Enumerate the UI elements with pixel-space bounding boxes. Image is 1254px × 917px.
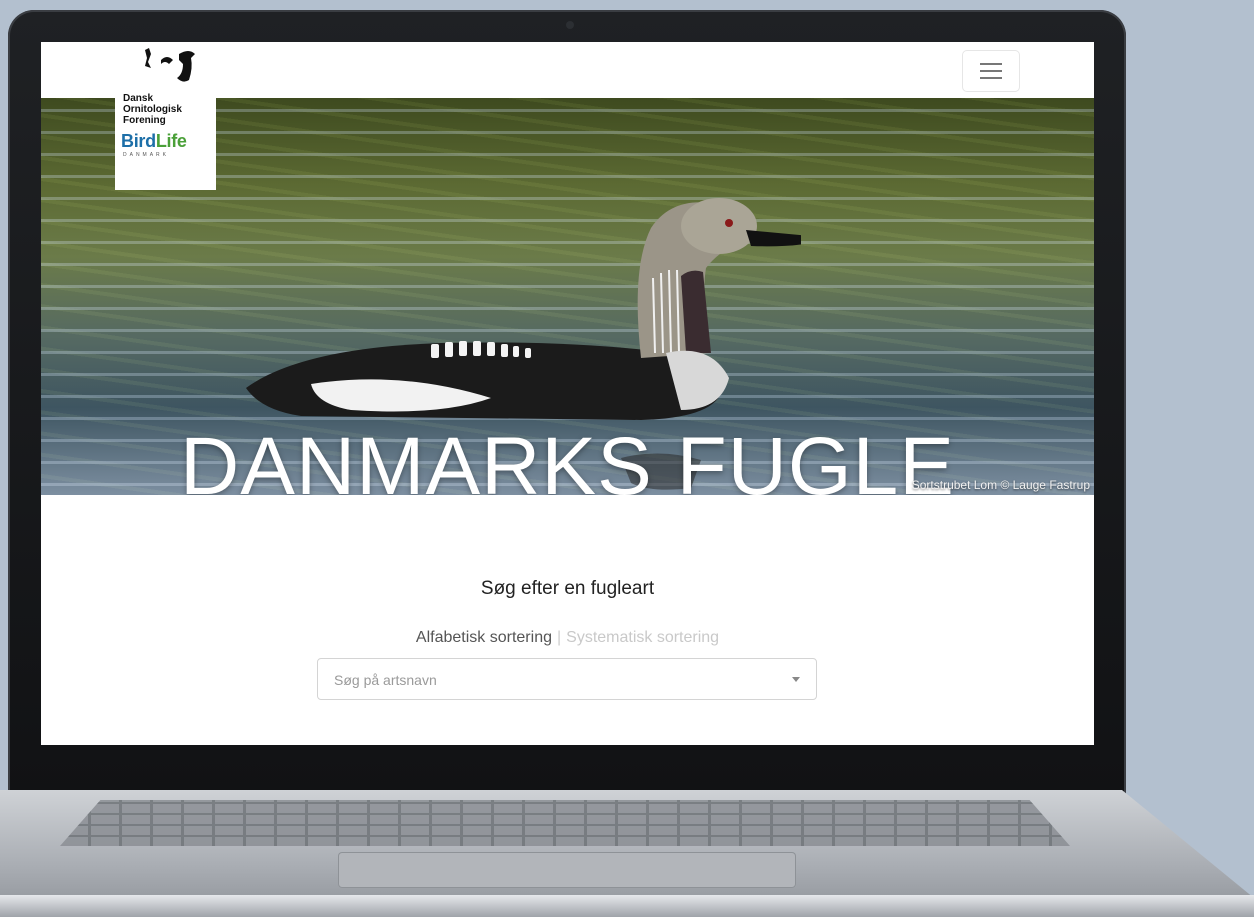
laptop-base-edge <box>0 895 1254 917</box>
search-heading: Søg efter en fugleart <box>480 578 655 599</box>
chevron-down-icon[interactable] <box>792 677 800 682</box>
logo-text-line: Forening <box>123 115 166 126</box>
laptop-screen: Dansk Ornitologisk Forening BirdLife DAN… <box>41 42 1094 745</box>
hamburger-icon-bar <box>980 70 1002 72</box>
birds-logo-icon <box>145 48 195 82</box>
sort-alphabetical-link[interactable]: Alfabetisk sortering <box>416 629 552 646</box>
birdlife-wordmark: BirdLife <box>121 131 210 152</box>
species-search-select[interactable] <box>317 658 817 701</box>
sort-toggle: Alfabetisk sortering | Systematisk sorteri… <box>41 629 1094 647</box>
sort-separator: | <box>556 629 562 646</box>
menu-toggle-button[interactable] <box>962 50 1020 92</box>
webcam <box>566 21 574 29</box>
sort-systematic-link[interactable]: Systematisk sortering <box>566 629 719 646</box>
birdlife-bird-text: Bird <box>121 131 156 151</box>
laptop-keyboard <box>60 800 1070 846</box>
photo-credit: Sortstrubet Lom © Lauge Fastrup <box>911 478 1090 492</box>
species-search-input[interactable] <box>332 659 776 701</box>
birdlife-life-text: Life <box>155 131 187 151</box>
hamburger-icon-bar <box>980 77 1002 79</box>
logo-text-line: Ornitologisk <box>123 104 182 115</box>
hamburger-icon-bar <box>980 63 1002 65</box>
birdlife-country-text: DANMARK <box>123 152 170 158</box>
logo-text-line: Dansk <box>123 93 154 104</box>
laptop-trackpad <box>338 852 796 888</box>
site-logo[interactable]: Dansk Ornitologisk Forening BirdLife DAN… <box>115 42 216 190</box>
